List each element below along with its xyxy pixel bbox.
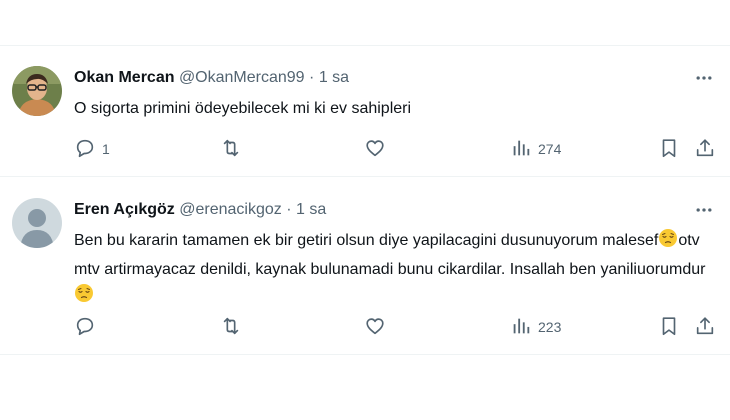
top-divider bbox=[0, 0, 730, 46]
retweet-button[interactable] bbox=[220, 137, 242, 161]
avatar[interactable] bbox=[12, 198, 62, 248]
views-count: 274 bbox=[538, 141, 562, 157]
user-handle[interactable]: @erenacikgoz bbox=[179, 201, 282, 218]
more-icon[interactable] bbox=[692, 66, 716, 90]
more-icon[interactable] bbox=[692, 198, 716, 222]
pensive-face-emoji bbox=[658, 228, 678, 257]
retweet-button[interactable] bbox=[220, 315, 242, 339]
share-button[interactable] bbox=[694, 137, 716, 161]
tweet-header: Okan Mercan @OkanMercan99 · 1 sa bbox=[74, 68, 349, 88]
bookmark-icon bbox=[658, 315, 680, 340]
bookmark-icon bbox=[658, 137, 680, 162]
like-button[interactable] bbox=[364, 137, 386, 161]
share-icon bbox=[694, 137, 716, 162]
tweet-text: O sigorta primini ödeyebilecek mi ki ev … bbox=[74, 100, 412, 117]
action-bar: 223 bbox=[74, 315, 720, 339]
separator-dot: · bbox=[286, 201, 292, 218]
views-chart-icon bbox=[510, 137, 532, 162]
tweet-okan-mercan[interactable]: Okan Mercan @OkanMercan99 · 1 sa O sigor… bbox=[0, 46, 730, 177]
pensive-face-emoji bbox=[74, 283, 94, 312]
reply-button[interactable]: 1 bbox=[74, 137, 110, 161]
separator-dot: · bbox=[309, 69, 315, 86]
display-name[interactable]: Eren Açıkgöz bbox=[74, 201, 175, 218]
timestamp[interactable]: 1 sa bbox=[296, 201, 326, 218]
reply-button[interactable] bbox=[74, 315, 102, 339]
reply-icon bbox=[74, 137, 96, 162]
bookmark-button[interactable] bbox=[658, 137, 680, 161]
heart-icon bbox=[364, 137, 386, 162]
tweet-header: Eren Açıkgöz @erenacikgoz · 1 sa bbox=[74, 200, 326, 220]
display-name[interactable]: Okan Mercan bbox=[74, 69, 174, 86]
share-button[interactable] bbox=[694, 315, 716, 339]
share-icon bbox=[694, 315, 716, 340]
retweet-icon bbox=[220, 315, 242, 340]
views-count: 223 bbox=[538, 319, 562, 335]
tweet-text: Ben bu kararin tamamen ek bir getiri ols… bbox=[74, 228, 714, 312]
reply-count: 1 bbox=[102, 141, 110, 157]
views-chart-icon bbox=[510, 315, 532, 340]
reply-icon bbox=[74, 315, 96, 340]
tweet-eren-acikgoz[interactable]: Eren Açıkgöz @erenacikgoz · 1 sa Ben bu … bbox=[0, 178, 730, 355]
views-button[interactable]: 274 bbox=[510, 137, 561, 161]
timestamp[interactable]: 1 sa bbox=[319, 69, 349, 86]
tweet-text-part1: Ben bu kararin tamamen ek bir getiri ols… bbox=[74, 232, 659, 249]
avatar[interactable] bbox=[12, 66, 62, 116]
bookmark-button[interactable] bbox=[658, 315, 680, 339]
like-button[interactable] bbox=[364, 315, 386, 339]
user-handle[interactable]: @OkanMercan99 bbox=[179, 69, 305, 86]
heart-icon bbox=[364, 315, 386, 340]
action-bar: 1 274 bbox=[74, 137, 720, 161]
views-button[interactable]: 223 bbox=[510, 315, 561, 339]
retweet-icon bbox=[220, 137, 242, 162]
